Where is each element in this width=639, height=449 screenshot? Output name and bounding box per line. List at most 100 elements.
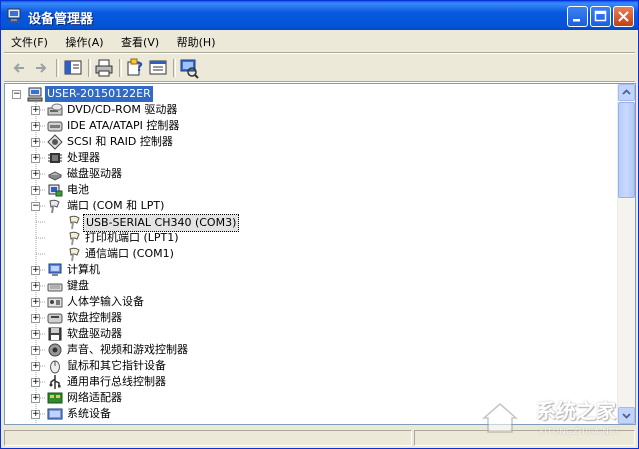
tree-category[interactable]: + 鼠标和其它指针设备	[5, 358, 619, 374]
properties-help-button[interactable]: ?	[124, 57, 146, 79]
hid-icon	[47, 297, 63, 308]
close-icon	[618, 11, 629, 22]
tree-category[interactable]: + 磁盘驱动器	[5, 166, 619, 182]
computer-icon	[27, 87, 43, 102]
minimize-button[interactable]	[567, 6, 588, 27]
expand-toggle[interactable]: +	[31, 378, 40, 387]
computer-category-icon	[48, 263, 62, 276]
menu-bar: 文件(F) 操作(A) 查看(V) 帮助(H)	[4, 31, 634, 52]
tree-category[interactable]: + 键盘	[5, 278, 619, 294]
expand-toggle[interactable]: +	[31, 394, 40, 403]
forward-arrow-icon	[36, 63, 47, 73]
tree-category-label: 通用串行总线控制器	[67, 375, 166, 388]
keyboard-icon	[47, 283, 63, 292]
tree-device[interactable]: 打印机端口 (LPT1)	[5, 230, 619, 246]
menu-file[interactable]: 文件(F)	[4, 31, 55, 53]
scroll-thumb[interactable]	[618, 102, 635, 198]
tree-category-label: 计算机	[67, 263, 100, 276]
menu-help[interactable]: 帮助(H)	[170, 31, 223, 53]
expand-toggle[interactable]: +	[31, 122, 40, 131]
close-button[interactable]	[613, 6, 634, 27]
show-hide-tree-button[interactable]	[62, 57, 84, 79]
sound-icon	[48, 343, 62, 357]
tree-category-label: 磁盘驱动器	[67, 167, 122, 180]
watermark-logo: 系统之家 XITONGZHIJIA.NET	[480, 392, 630, 442]
port-device-icon	[69, 215, 80, 230]
floppy-controller-icon	[47, 313, 63, 324]
collapse-toggle[interactable]: −	[12, 90, 21, 99]
expand-toggle[interactable]: +	[31, 346, 40, 355]
tree-category[interactable]: + 处理器	[5, 150, 619, 166]
tree-root[interactable]: − USER-20150122ER	[5, 86, 619, 102]
tree-category-label: 网络适配器	[67, 391, 122, 404]
help-properties-icon: ?	[127, 58, 143, 76]
tree-category[interactable]: + 声音、视频和游戏控制器	[5, 342, 619, 358]
properties-button[interactable]	[147, 57, 169, 79]
title-bar[interactable]: 设备管理器	[1, 1, 638, 30]
mouse-icon	[50, 360, 60, 374]
expand-toggle[interactable]: +	[31, 186, 40, 195]
expand-toggle[interactable]: +	[31, 314, 40, 323]
usb-icon	[49, 375, 61, 389]
tree-category[interactable]: + 软盘控制器	[5, 310, 619, 326]
tree-category[interactable]: + 通用串行总线控制器	[5, 374, 619, 390]
tree-category-label: 键盘	[67, 279, 89, 292]
tree-category[interactable]: + IDE ATA/ATAPI 控制器	[5, 118, 619, 134]
tree-device[interactable]: USB-SERIAL CH340 (COM3)	[5, 214, 619, 232]
watermark-subtext: XITONGZHIJIA.NET	[538, 427, 620, 436]
expand-toggle[interactable]: +	[31, 362, 40, 371]
collapse-toggle[interactable]: −	[31, 202, 40, 211]
tree-category-label: 处理器	[67, 151, 100, 164]
print-button[interactable]	[93, 57, 115, 79]
tree-device-label: 通信端口 (COM1)	[85, 247, 174, 260]
toolbar-divider	[173, 59, 176, 77]
tree-category[interactable]: + 电池	[5, 182, 619, 198]
tree-category-label: 声音、视频和游戏控制器	[67, 343, 188, 356]
tree-category-label: 人体学输入设备	[67, 295, 144, 308]
toolbar-divider	[56, 59, 59, 77]
back-button[interactable]	[8, 57, 30, 79]
expand-toggle[interactable]: +	[31, 170, 40, 179]
expand-toggle[interactable]: +	[31, 106, 40, 115]
forward-button[interactable]	[30, 57, 52, 79]
expand-toggle[interactable]: +	[31, 282, 40, 291]
toolbar-divider	[119, 59, 122, 77]
tree-category-label: 软盘驱动器	[67, 327, 122, 340]
expand-toggle[interactable]: +	[31, 330, 40, 339]
expand-toggle[interactable]: +	[31, 410, 40, 419]
system-device-icon	[47, 408, 63, 420]
expand-toggle[interactable]: +	[31, 138, 40, 147]
device-manager-icon	[7, 8, 21, 23]
tree-category[interactable]: + 软盘驱动器	[5, 326, 619, 342]
disk-drive-icon	[47, 171, 63, 181]
tree-category[interactable]: + DVD/CD-ROM 驱动器	[5, 102, 619, 118]
menu-view[interactable]: 查看(V)	[114, 31, 166, 53]
tree-category[interactable]: + 人体学输入设备	[5, 294, 619, 310]
maximize-button[interactable]	[590, 6, 611, 27]
minimize-icon	[573, 19, 580, 22]
tree-category-label: 鼠标和其它指针设备	[67, 359, 166, 372]
expand-toggle[interactable]: +	[31, 266, 40, 275]
port-device-icon	[69, 231, 80, 246]
device-tree: − USER-20150122ER + DVD/CD-ROM 驱动器 + IDE ATA/…	[5, 84, 619, 424]
battery-icon	[48, 184, 63, 197]
scroll-up-button[interactable]	[618, 84, 635, 101]
cdrom-icon	[47, 103, 63, 116]
tree-category[interactable]: + 计算机	[5, 262, 619, 278]
tree-category-label: 系统设备	[67, 407, 111, 420]
tree-category-label: 软盘控制器	[67, 311, 122, 324]
tree-category[interactable]: − 端口 (COM 和 LPT)	[5, 198, 619, 214]
menu-action[interactable]: 操作(A)	[58, 31, 110, 53]
tree-root-label: USER-20150122ER	[45, 86, 153, 102]
status-cell-main	[4, 430, 412, 446]
expand-toggle[interactable]: +	[31, 298, 40, 307]
processor-icon	[48, 153, 62, 163]
tree-category[interactable]: + SCSI 和 RAID 控制器	[5, 134, 619, 150]
expand-toggle[interactable]: +	[31, 154, 40, 163]
port-device-icon	[69, 247, 80, 262]
tree-device[interactable]: 通信端口 (COM1)	[5, 246, 619, 262]
maximize-icon	[594, 10, 607, 22]
scan-hardware-button[interactable]	[178, 57, 200, 79]
vertical-scrollbar[interactable]	[617, 84, 635, 424]
network-adapter-icon	[47, 392, 63, 404]
